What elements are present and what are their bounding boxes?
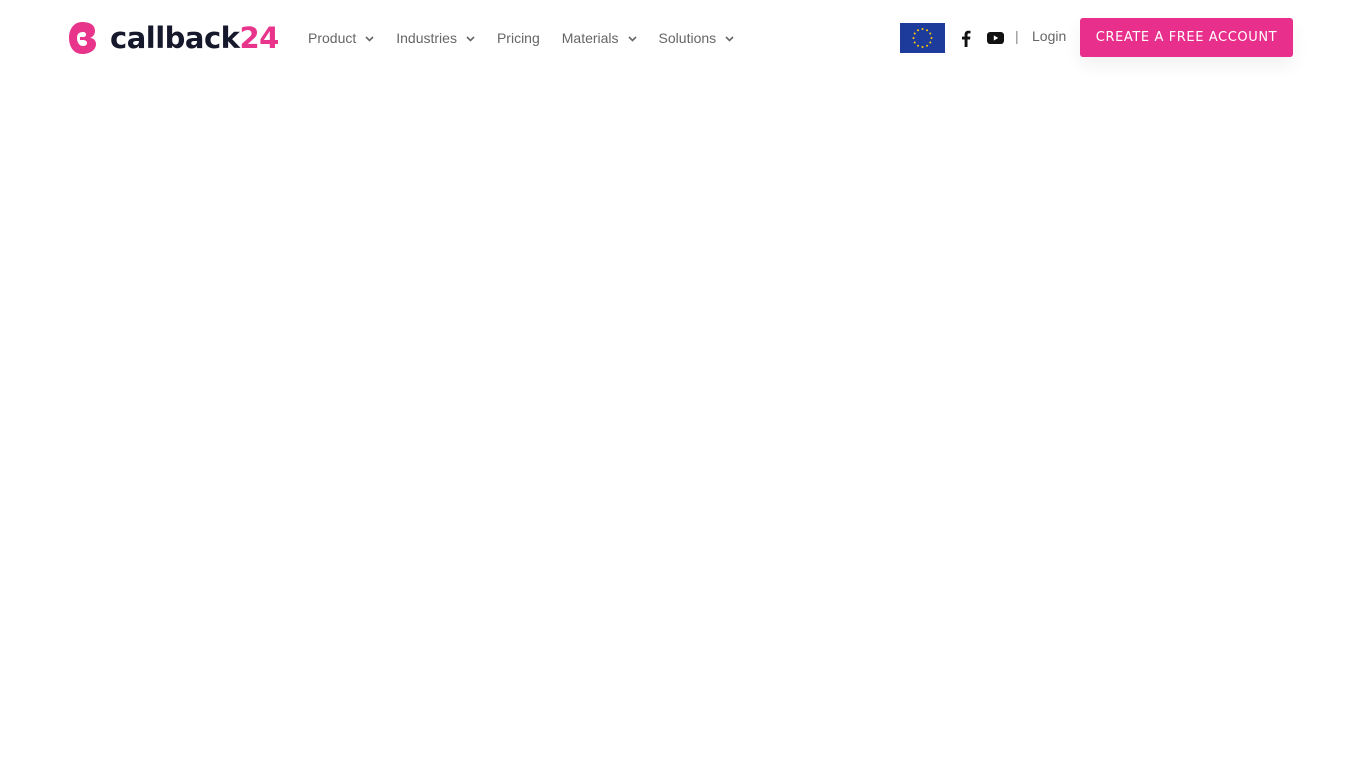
facebook-icon — [962, 30, 971, 47]
nav-item-label: Product — [308, 30, 357, 46]
eu-star — [921, 46, 924, 48]
nav-item-label: Materials — [561, 30, 619, 46]
facebook-link[interactable] — [958, 28, 974, 48]
separator: | — [1015, 28, 1019, 44]
eu-star — [929, 41, 932, 44]
eu-star — [912, 37, 915, 39]
eu-star — [913, 32, 916, 35]
eu-star — [917, 44, 919, 47]
logo-mark-icon — [69, 22, 96, 54]
eu-star — [926, 29, 928, 32]
nav-item-materials[interactable]: Materials — [562, 30, 637, 46]
create-account-button[interactable]: CREATE A FREE ACCOUNT — [1080, 18, 1293, 57]
nav-item-solutions[interactable]: Solutions — [659, 30, 735, 46]
chevron-down-icon — [466, 35, 475, 42]
login-link[interactable]: Login — [1032, 28, 1066, 44]
eu-star — [926, 44, 928, 47]
logo-text-main: callback — [110, 21, 240, 55]
eu-star — [913, 41, 916, 44]
youtube-link[interactable] — [985, 28, 1005, 48]
chevron-down-icon — [627, 35, 637, 42]
main-content — [0, 76, 1366, 768]
nav-item-label: Solutions — [658, 30, 717, 46]
nav-item-label: Pricing — [496, 30, 540, 46]
youtube-icon — [986, 32, 1004, 44]
eu-stars-icon — [912, 28, 933, 48]
main-nav: Product Industries Pricing Materials Sol… — [308, 27, 756, 49]
nav-item-pricing[interactable]: Pricing — [497, 30, 540, 46]
chevron-down-icon — [725, 35, 734, 42]
logo-text-accent: 24 — [239, 21, 279, 55]
eu-star — [921, 28, 924, 30]
eu-flag-icon[interactable] — [900, 23, 945, 53]
eu-star — [929, 32, 932, 35]
site-header: callback24 Product Industries Pricing Ma… — [0, 0, 1366, 76]
nav-item-industries[interactable]: Industries — [396, 30, 475, 46]
logo-text: callback24 — [110, 20, 279, 56]
logo-link[interactable]: callback24 — [68, 20, 279, 56]
eu-star — [930, 37, 933, 39]
eu-star — [917, 29, 919, 32]
nav-item-product[interactable]: Product — [308, 30, 374, 46]
chevron-down-icon — [365, 35, 374, 42]
nav-item-label: Industries — [396, 30, 457, 46]
